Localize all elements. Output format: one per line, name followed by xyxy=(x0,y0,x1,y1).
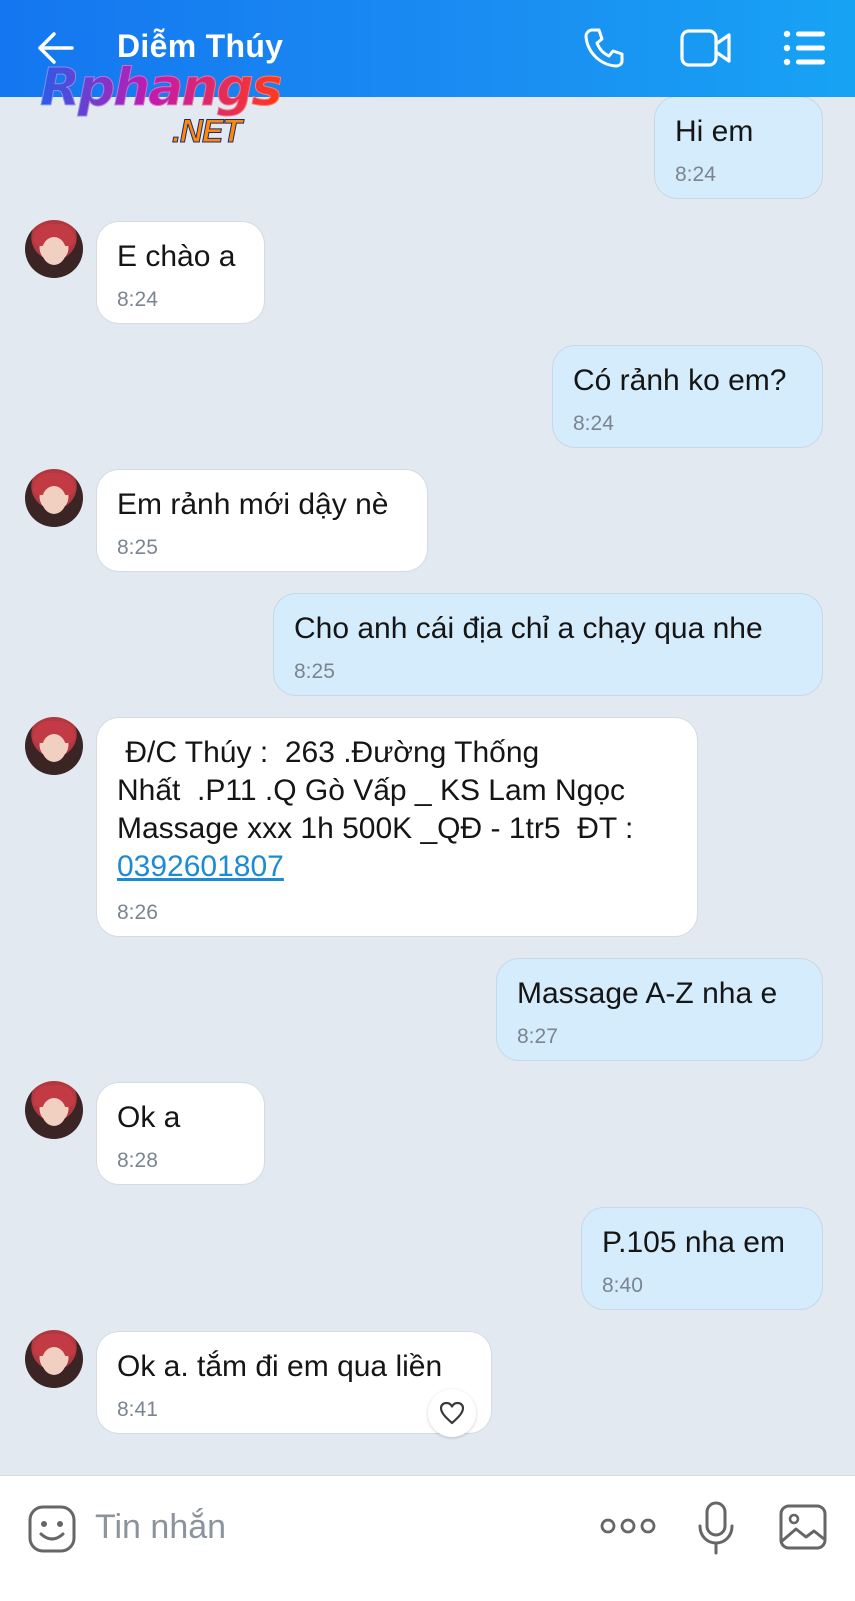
message-time: 8:28 xyxy=(117,1149,158,1172)
message-bubble-incoming[interactable]: Ok a 8:28 xyxy=(97,1083,264,1184)
avatar[interactable] xyxy=(25,220,83,278)
message-time: 8:24 xyxy=(573,412,614,435)
message-time: 8:24 xyxy=(117,288,158,311)
message-bubble-outgoing[interactable]: Hi em 8:24 xyxy=(655,97,822,198)
avatar[interactable] xyxy=(25,469,83,527)
message-bubble-outgoing[interactable]: Massage A-Z nha e 8:27 xyxy=(497,959,822,1060)
react-heart-button[interactable] xyxy=(428,1389,476,1437)
message-time: 8:25 xyxy=(117,536,158,559)
message-time: 8:26 xyxy=(117,901,158,924)
message-bubble-incoming[interactable]: Em rảnh mới dậy nè 8:25 xyxy=(97,470,427,571)
image-icon[interactable] xyxy=(778,1503,828,1551)
message-text: Ok a xyxy=(117,1101,181,1134)
phone-number-link[interactable]: 0392601807 xyxy=(117,848,677,886)
message-time: 8:27 xyxy=(517,1025,558,1048)
watermark-main: Rphangs xyxy=(40,58,284,119)
message-input[interactable]: Tin nhắn xyxy=(95,1508,226,1547)
message-bubble-outgoing[interactable]: P.105 nha em 8:40 xyxy=(582,1208,822,1309)
message-bubble-incoming[interactable]: E chào a 8:24 xyxy=(97,222,264,323)
message-bubble-outgoing[interactable]: Cho anh cái địa chỉ a chạy qua nhe 8:25 xyxy=(274,594,822,695)
message-text: E chào a xyxy=(117,240,236,273)
message-text: Hi em xyxy=(675,115,754,148)
phone-icon[interactable] xyxy=(582,26,626,70)
avatar[interactable] xyxy=(25,1330,83,1388)
message-text: Cho anh cái địa chỉ a chạy qua nhe xyxy=(294,612,763,645)
message-bubble-incoming[interactable]: Đ/C Thúy : 263 .Đường Thống Nhất .P11 .Q… xyxy=(97,718,697,936)
avatar[interactable] xyxy=(25,717,83,775)
watermark-sub: .NET xyxy=(172,113,243,150)
message-time: 8:25 xyxy=(294,660,335,683)
message-time: 8:40 xyxy=(602,1274,643,1297)
video-call-icon[interactable] xyxy=(680,28,732,68)
watermark-logo: Rphangs .NET xyxy=(40,58,305,153)
message-text: Đ/C Thúy : 263 .Đường Thống Nhất .P11 .Q… xyxy=(117,736,634,845)
microphone-icon[interactable] xyxy=(696,1500,736,1556)
message-time: 8:24 xyxy=(675,163,716,186)
message-bubble-outgoing[interactable]: Có rảnh ko em? 8:24 xyxy=(553,346,822,447)
message-text: P.105 nha em xyxy=(602,1226,785,1259)
avatar[interactable] xyxy=(25,1081,83,1139)
message-composer: Tin nhắn xyxy=(0,1475,855,1601)
more-options-icon[interactable] xyxy=(600,1516,656,1536)
message-time: 8:41 xyxy=(117,1398,158,1421)
menu-list-icon[interactable] xyxy=(783,29,827,67)
message-text: Em rảnh mới dậy nè xyxy=(117,488,389,521)
emoji-icon[interactable] xyxy=(27,1504,77,1554)
heart-icon xyxy=(439,1401,465,1425)
message-text: Ok a. tắm đi em qua liền xyxy=(117,1350,443,1383)
message-text: Có rảnh ko em? xyxy=(573,364,787,397)
message-text: Massage A-Z nha e xyxy=(517,977,778,1010)
